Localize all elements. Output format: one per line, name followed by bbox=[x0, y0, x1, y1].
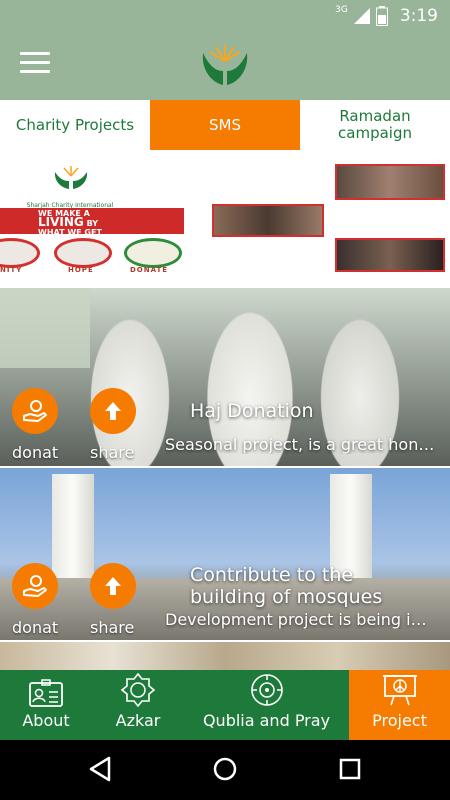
banner-photo-hands bbox=[212, 204, 324, 237]
ornament-icon bbox=[121, 673, 155, 707]
banner-caption-unity: NITY bbox=[0, 266, 23, 274]
share-arrow-icon bbox=[105, 402, 121, 420]
share-label[interactable]: share bbox=[90, 618, 134, 637]
presentation-board-icon bbox=[382, 675, 417, 706]
nav-azkar[interactable]: Azkar bbox=[92, 670, 184, 740]
compass-icon bbox=[250, 674, 283, 706]
card-photo bbox=[0, 642, 450, 670]
signal-icon bbox=[353, 8, 370, 24]
project-title: Contribute to the building of mosques bbox=[190, 564, 383, 608]
status-bar: 3G 3:19 bbox=[0, 0, 450, 32]
back-icon[interactable] bbox=[88, 756, 112, 782]
donate-button[interactable] bbox=[12, 563, 58, 609]
charity-logo bbox=[202, 45, 248, 85]
nav-label: About bbox=[22, 711, 70, 730]
bottom-nav: About Azkar Qublia and Pray Project bbox=[0, 670, 450, 740]
project-title: Haj Donation bbox=[190, 400, 314, 422]
share-button[interactable] bbox=[90, 563, 136, 609]
nav-qublia-pray[interactable]: Qublia and Pray bbox=[184, 670, 349, 740]
tab-sms[interactable]: SMS bbox=[150, 100, 300, 150]
promo-banner[interactable]: Sharjah Charity International WE MAKE A … bbox=[0, 150, 450, 280]
project-card[interactable]: donat share Contribute to the building o… bbox=[0, 468, 450, 640]
banner-circle-hope bbox=[54, 238, 112, 268]
app-bar bbox=[0, 32, 450, 100]
project-description: Seasonal project, is a great honor for t… bbox=[165, 435, 440, 454]
banner-slogan: WE MAKE A LIVING BY WHAT WE GET bbox=[0, 208, 184, 237]
top-tabs: Charity Projects SMS Ramadan campaign bbox=[0, 100, 450, 150]
nav-about[interactable]: About bbox=[0, 670, 92, 740]
battery-icon bbox=[375, 6, 388, 26]
slogan-line2: LIVING bbox=[38, 215, 84, 229]
donate-label[interactable]: donat bbox=[12, 443, 58, 462]
project-card[interactable]: donat share Haj Donation Seasonal projec… bbox=[0, 288, 450, 466]
banner-caption-donate: DONATE bbox=[130, 266, 169, 274]
card-photo-sign bbox=[0, 288, 90, 368]
nav-project[interactable]: Project bbox=[349, 670, 450, 740]
tab-charity-projects[interactable]: Charity Projects bbox=[0, 100, 150, 150]
banner-caption-hope: HOPE bbox=[68, 266, 94, 274]
network-type: 3G bbox=[335, 5, 348, 15]
home-icon[interactable] bbox=[212, 756, 238, 782]
status-icons: 3G 3:19 bbox=[335, 5, 438, 27]
id-card-icon bbox=[29, 679, 63, 707]
clock: 3:19 bbox=[399, 6, 438, 26]
banner-photo-children bbox=[335, 164, 445, 200]
tab-ramadan-campaign[interactable]: Ramadan campaign bbox=[300, 100, 450, 150]
donate-button[interactable] bbox=[12, 388, 58, 434]
banner-photo-family bbox=[335, 238, 445, 272]
banner-circle-unity bbox=[0, 238, 40, 268]
banner-circle-donate bbox=[124, 238, 182, 268]
share-label[interactable]: share bbox=[90, 443, 134, 462]
system-nav-bar bbox=[0, 740, 450, 800]
share-arrow-icon bbox=[105, 577, 121, 595]
slogan-line3: BY bbox=[86, 219, 99, 228]
banner-logo bbox=[54, 166, 88, 189]
nav-label: Project bbox=[372, 711, 427, 730]
project-description: Development project is being implemented bbox=[165, 610, 440, 629]
hamburger-menu-icon[interactable] bbox=[20, 52, 50, 78]
slogan-line4: WHAT WE GET bbox=[38, 228, 102, 237]
project-card-partial[interactable] bbox=[0, 642, 450, 670]
share-button[interactable] bbox=[90, 388, 136, 434]
donate-hand-icon bbox=[23, 575, 47, 597]
nav-label: Qublia and Pray bbox=[202, 711, 331, 730]
donate-hand-icon bbox=[23, 400, 47, 422]
donate-label[interactable]: donat bbox=[12, 618, 58, 637]
nav-label: Azkar bbox=[115, 711, 161, 730]
recents-icon[interactable] bbox=[339, 756, 361, 782]
